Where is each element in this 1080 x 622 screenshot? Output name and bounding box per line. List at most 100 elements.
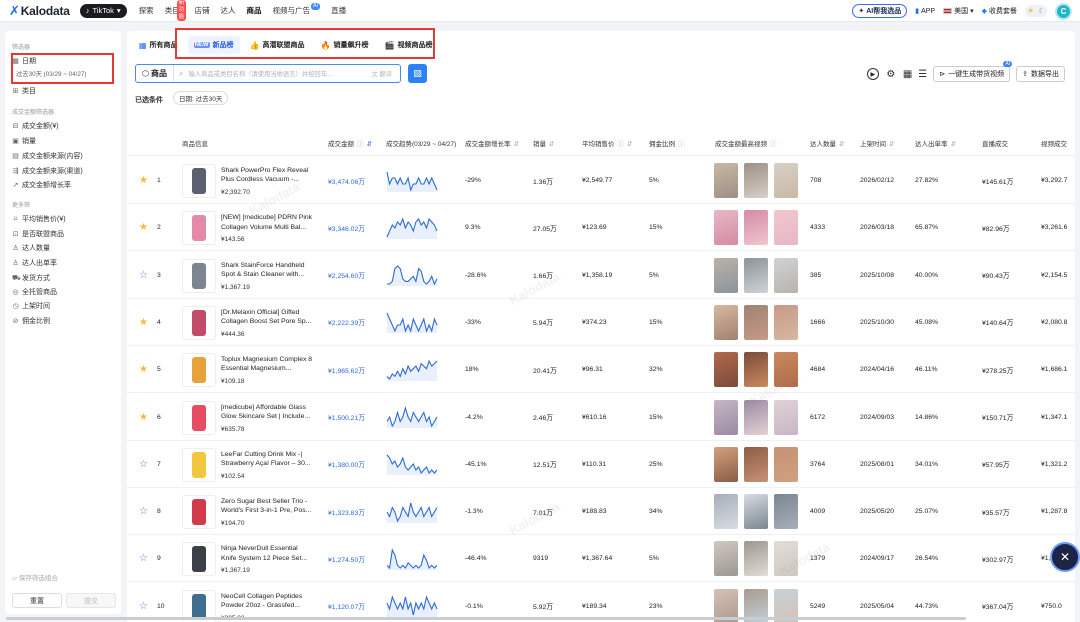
favorite-star-icon[interactable]: ★ [139,364,148,375]
kalodata-logo[interactable]: ✗ Kalodata [9,3,70,19]
gear-icon[interactable]: ⚙ [885,68,897,80]
trend-sparkline[interactable] [386,252,438,299]
col-sales[interactable]: 销量 ⇵ [533,132,554,156]
product-image[interactable] [182,305,216,340]
favorite-star-icon[interactable]: ☆ [139,459,148,470]
grid-view-icon[interactable]: ▦ [903,69,912,80]
ai-select-button[interactable]: ✦ AI帮我选品 [852,4,908,18]
favorite-star-icon[interactable]: ☆ [139,601,148,612]
top-video-thumb[interactable] [744,210,768,246]
top-video-thumb[interactable] [774,304,798,340]
top-video-thumb[interactable] [714,399,738,435]
favorite-star-icon[interactable]: ★ [139,412,148,423]
top-video-thumb[interactable] [774,352,798,388]
generate-video-button[interactable]: ⊳ 一键生成带货视频 AI [933,61,1013,82]
top-video-thumb[interactable] [744,257,768,293]
gmv-value[interactable]: ¥1,323.83万 [328,488,365,535]
col-gmv[interactable]: 成交金额 ⓘ ⇵ [328,132,372,156]
product-name[interactable]: [NEW] [medicube] PDRN Pink Collagen Volu… [221,213,313,231]
filter-gmv-growth[interactable]: ↗ 成交金额增长率 [12,180,71,190]
table-row[interactable]: ★ 4 [Dr.Melaxin Official] Gifted Collage… [127,299,1075,346]
product-image[interactable] [182,447,216,482]
trend-sparkline[interactable] [386,299,438,346]
top-video-thumb[interactable] [744,541,768,577]
favorite-star-icon[interactable]: ☆ [139,270,148,281]
top-video-thumb[interactable] [774,163,798,198]
filter-creator-rate[interactable]: ♙ 达人出单率 [12,258,57,268]
top-video-thumb[interactable] [744,304,768,340]
top-video-thumb[interactable] [714,541,738,577]
platform-selector[interactable]: ♪ TikTok ▾ [79,3,127,18]
table-row[interactable]: ☆ 9 Ninja NeverDull Essential Knife Syst… [127,535,1075,583]
top-video-thumb[interactable] [774,494,798,530]
top-video-thumb[interactable] [714,494,738,530]
app-link[interactable]: ▮ APP [915,7,935,16]
avatar[interactable]: C [1055,2,1072,20]
filter-commission[interactable]: ⊘ 佣金比例 [12,316,50,326]
col-listing-date[interactable]: 上架时间 ⇵ [860,132,894,156]
gmv-value[interactable]: ¥3,474.06万 [328,157,365,204]
product-image[interactable] [182,400,216,435]
nav-product[interactable]: 商品 [246,0,261,22]
top-video-thumb[interactable] [744,352,768,388]
top-video-thumb[interactable] [744,163,768,198]
gmv-value[interactable]: ¥3,346.02万 [328,204,365,251]
top-video-thumb[interactable] [774,257,798,293]
gmv-value[interactable]: ¥1,500.21万 [328,394,365,441]
gmv-value[interactable]: ¥1,380.00万 [328,441,365,488]
top-video-thumb[interactable] [744,446,768,482]
horizontal-scrollbar[interactable] [6,617,966,620]
floating-assistant-button[interactable]: ✕ [1050,542,1080,572]
gmv-value[interactable]: ¥1,274.50万 [328,535,365,582]
product-name[interactable]: Zero Sugar Best Seller Trio - World's Fi… [221,497,313,515]
trend-sparkline[interactable] [386,346,438,393]
search-scope-selector[interactable]: ⬡ 商品 [136,65,174,82]
product-image[interactable] [182,211,216,246]
filter-affiliate[interactable]: ⊡ 是否联盟商品 [12,229,64,239]
table-row[interactable]: ☆ 7 LeeFar Cutting Drink Mix -| Strawber… [127,441,1075,488]
product-image[interactable] [182,164,216,198]
product-name[interactable]: Shark PowerPro Flex Reveal Plus Cordless… [221,166,313,184]
trend-sparkline[interactable] [386,204,438,251]
gmv-value[interactable]: ¥2,222.39万 [328,299,365,346]
trend-sparkline[interactable] [386,535,438,582]
nav-shop[interactable]: 店铺 [194,0,209,22]
filter-creator-count[interactable]: ♙ 达人数量 [12,243,50,253]
col-live-gmv[interactable]: 直播成交 [982,132,1008,156]
favorite-star-icon[interactable]: ☆ [139,506,148,517]
nav-live[interactable]: 直播 [331,0,346,22]
top-video-thumb[interactable] [714,446,738,482]
filter-full-managed[interactable]: ◎ 全托管商品 [12,287,57,297]
col-video-gmv[interactable]: 视频成交 [1041,132,1067,156]
search-input[interactable]: 输入商品或类目名称（请使用当地语言）并按回车... [188,69,371,78]
list-view-icon[interactable]: ☰ [918,69,927,80]
product-name[interactable]: [Dr.Melaxin Official] Gifted Collagen Bo… [221,308,313,326]
submit-button[interactable]: 提交 [66,593,116,608]
col-creator-rate[interactable]: 达人出单率 ⇵ [915,132,956,156]
product-image[interactable] [182,353,216,388]
nav-creator[interactable]: 达人 [220,0,235,22]
col-growth[interactable]: 成交金额增长率 ⇵ [465,132,519,156]
filter-gmv-channel[interactable]: ⇶ 成交金额来源(渠道) [12,166,83,176]
filter-shipping[interactable]: ⛟ 发货方式 [12,273,50,283]
filter-date[interactable]: ▦ 日期 [12,56,36,66]
col-commission[interactable]: 佣金比例 ⓘ [649,132,685,156]
filter-avg-price[interactable]: ⌑ 平均销售价(¥) [12,214,66,224]
nav-explore[interactable]: 探索 [139,0,154,22]
product-image[interactable] [182,258,216,293]
product-name[interactable]: LeeFar Cutting Drink Mix -| Strawberry A… [221,450,313,468]
filter-date-value[interactable]: 过去30天 (03/29 ~ 04/27) [16,69,87,78]
image-search-button[interactable]: ▧ [408,64,427,83]
table-row[interactable]: ★ 1 Shark PowerPro Flex Reveal Plus Cord… [127,157,1075,204]
trend-sparkline[interactable] [386,441,438,488]
favorite-star-icon[interactable]: ★ [139,175,148,186]
theme-toggle[interactable]: ☀ ☾ [1025,5,1047,17]
gmv-value[interactable]: ¥1,965.62万 [328,346,365,393]
table-row[interactable]: ★ 6 [medicube] Affordable Glass Glow Ski… [127,394,1075,441]
table-row[interactable]: ☆ 3 Shark StainForce Handheld Spot & Sta… [127,252,1075,299]
favorite-star-icon[interactable]: ☆ [139,553,148,564]
top-video-thumb[interactable] [714,352,738,388]
play-icon[interactable]: ▶ [866,68,879,80]
favorite-star-icon[interactable]: ★ [139,222,148,233]
top-video-thumb[interactable] [714,210,738,246]
